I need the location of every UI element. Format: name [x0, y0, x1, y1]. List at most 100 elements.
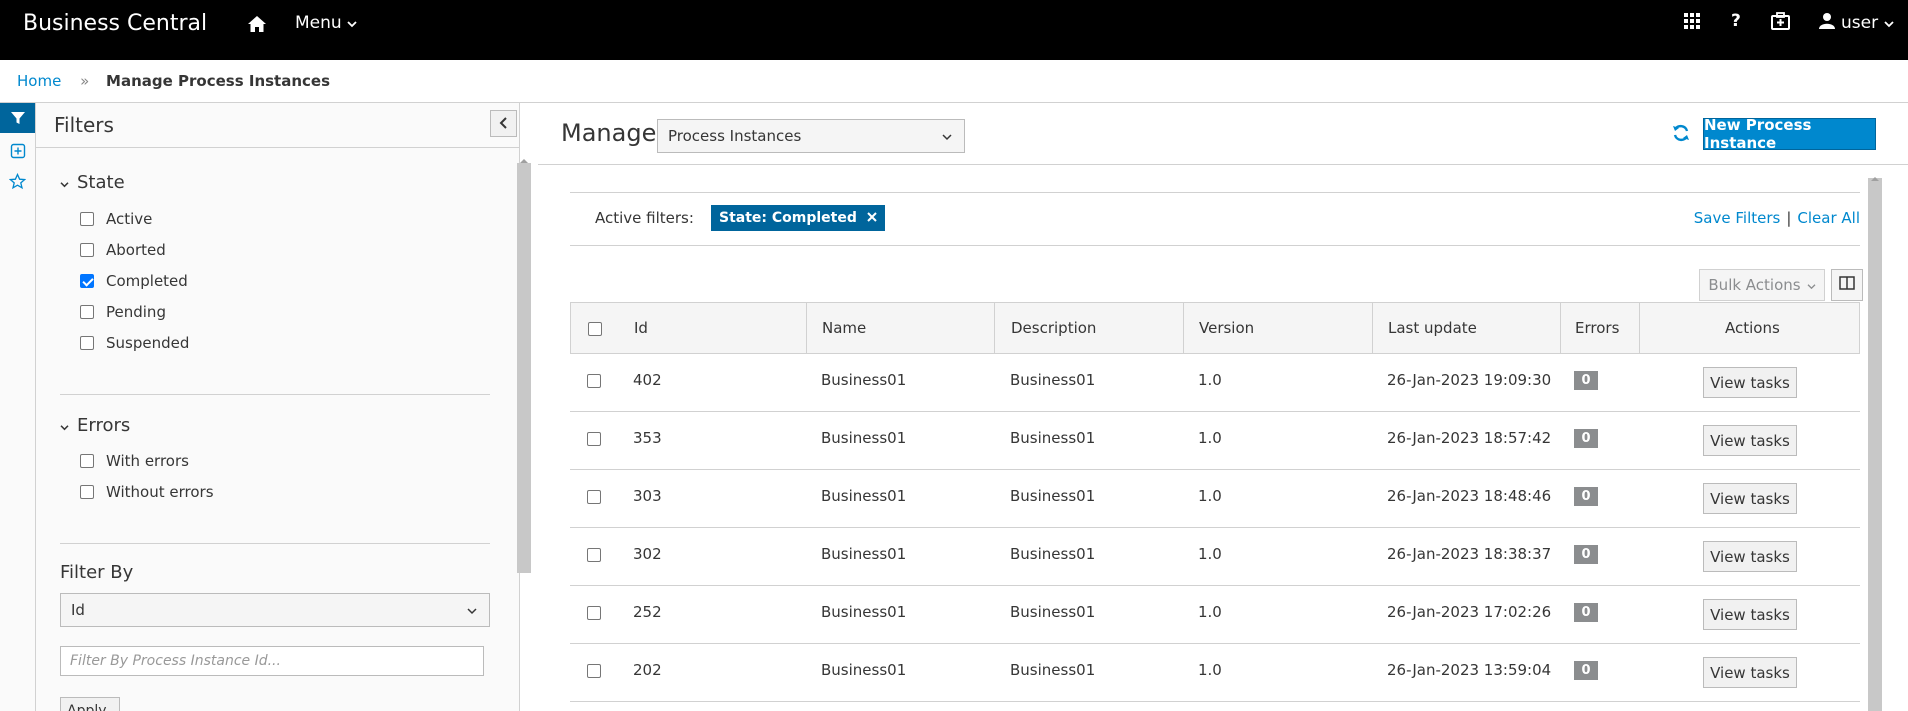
row-checkbox[interactable]	[587, 490, 601, 504]
help-icon[interactable]: ?	[1731, 11, 1741, 31]
column-header-errors[interactable]: Errors	[1575, 319, 1619, 337]
checkbox[interactable]	[80, 336, 94, 350]
filter-by-title: Filter By	[60, 562, 134, 583]
errors-group-title: Errors	[77, 415, 131, 436]
table-row[interactable]: 202 Business01 Business01 1.0 26-Jan-202…	[570, 644, 1860, 702]
view-select-value: Process Instances	[668, 127, 802, 145]
checkbox[interactable]	[80, 212, 94, 226]
row-checkbox[interactable]	[587, 374, 601, 388]
table-row[interactable]: 303 Business01 Business01 1.0 26-Jan-202…	[570, 470, 1860, 528]
row-checkbox[interactable]	[587, 606, 601, 620]
chevron-down-icon	[942, 127, 952, 145]
apps-grid-icon[interactable]	[1683, 12, 1701, 35]
table-row[interactable]: 402 Business01 Business01 1.0 26-Jan-202…	[570, 354, 1860, 412]
breadcrumb-home-link[interactable]: Home	[17, 72, 61, 90]
row-checkbox[interactable]	[587, 432, 601, 446]
view-select[interactable]: Process Instances	[657, 119, 965, 153]
column-divider	[1183, 303, 1184, 353]
state-option-active[interactable]: Active	[80, 210, 152, 228]
main-scrollbar[interactable]	[1868, 178, 1882, 711]
collapse-panel-button[interactable]	[490, 110, 517, 137]
new-process-instance-button[interactable]: New Process Instance	[1703, 116, 1876, 152]
table-row[interactable]: 302 Business01 Business01 1.0 26-Jan-202…	[570, 528, 1860, 586]
errors-badge: 0	[1574, 371, 1598, 390]
table-row[interactable]: 252 Business01 Business01 1.0 26-Jan-202…	[570, 586, 1860, 644]
bulk-actions-button[interactable]: Bulk Actions	[1699, 269, 1825, 301]
state-option-aborted[interactable]: Aborted	[80, 241, 166, 259]
user-icon	[1819, 12, 1835, 34]
chevron-down-icon	[60, 415, 69, 436]
column-header-description[interactable]: Description	[1011, 319, 1096, 337]
errors-badge: 0	[1574, 603, 1598, 622]
cell-id: 303	[633, 487, 662, 505]
errors-option-without[interactable]: Without errors	[80, 483, 214, 501]
icon-rail	[0, 103, 36, 711]
filter-by-select[interactable]: Id	[60, 593, 490, 627]
column-header-last-update[interactable]: Last update	[1388, 319, 1477, 337]
column-picker-button[interactable]	[1831, 269, 1863, 301]
apply-button[interactable]: Apply	[60, 697, 120, 711]
column-divider	[1560, 303, 1561, 353]
brand-title[interactable]: Business Central	[23, 11, 207, 36]
filter-by-input[interactable]: Filter By Process Instance Id...	[60, 646, 484, 676]
chevron-down-icon	[1807, 276, 1816, 294]
home-icon[interactable]	[247, 14, 267, 34]
refresh-icon[interactable]	[1671, 123, 1691, 147]
user-menu[interactable]: user	[1819, 12, 1894, 34]
chevron-down-icon	[467, 601, 477, 619]
column-header-id[interactable]: Id	[634, 319, 648, 337]
checkbox[interactable]	[80, 454, 94, 468]
main-panel: Manage Process Instances New Process Ins…	[538, 103, 1908, 711]
errors-badge: 0	[1574, 487, 1598, 506]
view-tasks-button[interactable]: View tasks	[1703, 425, 1797, 456]
user-label: user	[1841, 13, 1879, 33]
cell-id: 202	[633, 661, 662, 679]
view-tasks-button[interactable]: View tasks	[1703, 367, 1797, 398]
table-row[interactable]: 353 Business01 Business01 1.0 26-Jan-202…	[570, 412, 1860, 470]
column-header-name[interactable]: Name	[822, 319, 866, 337]
menu-dropdown[interactable]: Menu	[295, 13, 357, 33]
breadcrumb: Home » Manage Process Instances	[17, 72, 330, 90]
briefcase-icon[interactable]	[1771, 12, 1790, 35]
view-tasks-button[interactable]: View tasks	[1703, 541, 1797, 572]
state-group-title: State	[77, 172, 125, 193]
close-icon[interactable]	[867, 210, 877, 226]
save-filters-link[interactable]: Save Filters	[1694, 209, 1781, 227]
checkbox[interactable]	[80, 305, 94, 319]
cell-name: Business01	[821, 371, 907, 389]
state-option-suspended[interactable]: Suspended	[80, 334, 189, 352]
add-filter-icon[interactable]	[0, 141, 35, 161]
filters-scrollbar[interactable]	[517, 163, 531, 573]
view-tasks-button[interactable]: View tasks	[1703, 657, 1797, 688]
checkbox[interactable]	[80, 243, 94, 257]
breadcrumb-current: Manage Process Instances	[106, 72, 331, 90]
checkbox-label: Aborted	[106, 241, 166, 259]
clear-all-link[interactable]: Clear All	[1797, 209, 1860, 227]
row-checkbox[interactable]	[587, 548, 601, 562]
cell-description: Business01	[1010, 371, 1096, 389]
column-divider	[994, 303, 995, 353]
scroll-up-icon[interactable]	[519, 151, 529, 169]
table-header: Id Name Description Version Last update …	[570, 302, 1860, 354]
state-option-completed[interactable]: Completed	[80, 272, 188, 290]
state-group-toggle[interactable]: State	[60, 172, 125, 193]
star-icon[interactable]	[0, 168, 35, 194]
row-checkbox[interactable]	[587, 664, 601, 678]
checkbox[interactable]	[80, 485, 94, 499]
errors-group-toggle[interactable]: Errors	[60, 415, 130, 436]
filter-icon[interactable]	[0, 103, 35, 133]
checkbox-checked[interactable]	[80, 274, 94, 288]
scroll-up-icon[interactable]	[1870, 169, 1880, 187]
filter-by-selected: Id	[71, 601, 85, 619]
divider	[60, 394, 490, 395]
view-tasks-button[interactable]: View tasks	[1703, 599, 1797, 630]
view-tasks-button[interactable]: View tasks	[1703, 483, 1797, 514]
errors-option-with[interactable]: With errors	[80, 452, 189, 470]
state-option-pending[interactable]: Pending	[80, 303, 166, 321]
cell-description: Business01	[1010, 487, 1096, 505]
column-header-version[interactable]: Version	[1199, 319, 1254, 337]
checkbox-label: Without errors	[106, 483, 214, 501]
column-divider	[1639, 303, 1640, 353]
select-all-checkbox[interactable]	[588, 322, 602, 336]
errors-badge: 0	[1574, 429, 1598, 448]
